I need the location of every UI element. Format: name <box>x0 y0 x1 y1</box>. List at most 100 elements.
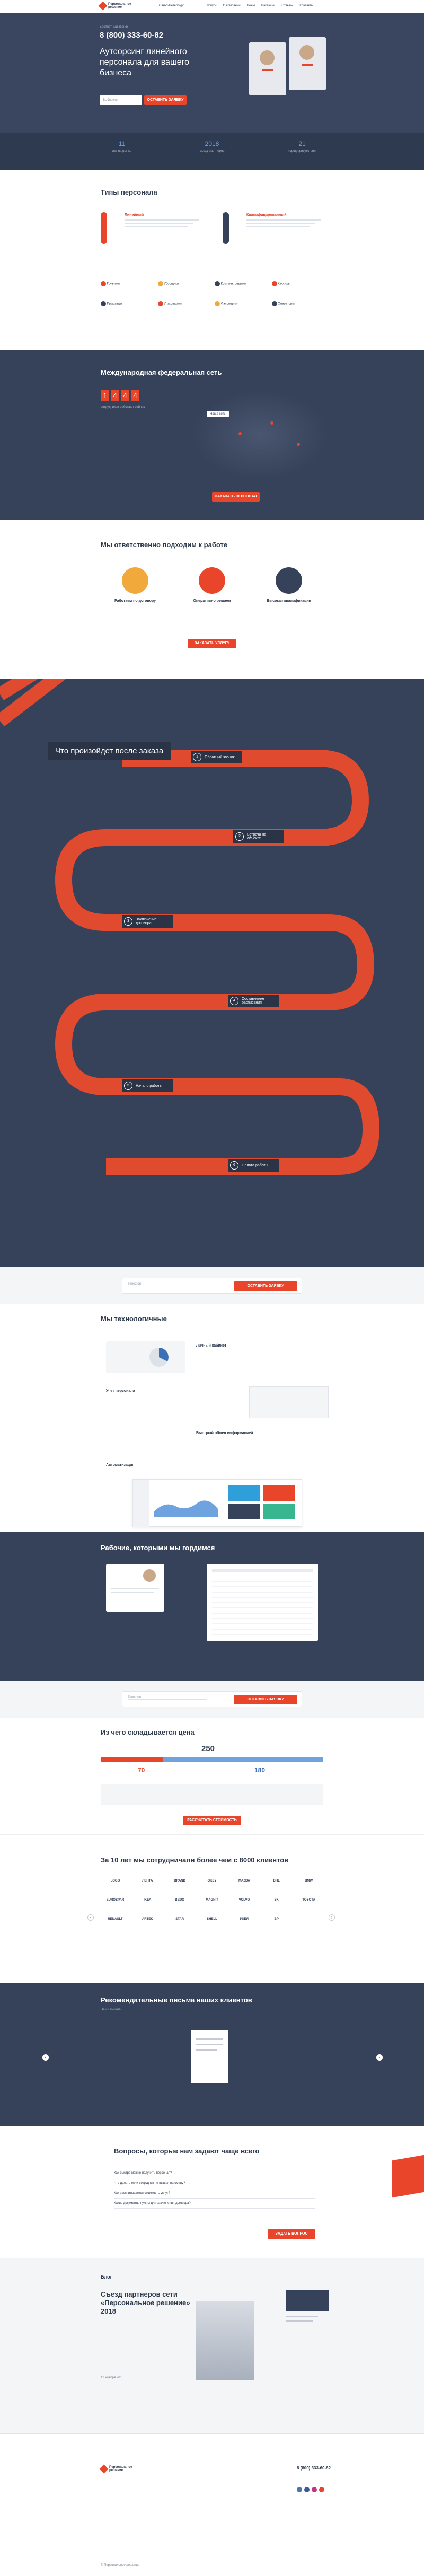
blog-section: Блог Съезд партнеров сети «Персональное … <box>0 2258 424 2433</box>
section-title: За 10 лет мы сотрудничали более чем с 80… <box>101 1856 289 1864</box>
blog-image <box>196 2301 254 2380</box>
phone-label: Бесплатный звонок <box>100 25 129 29</box>
type-qualified: Квалифицированный <box>223 212 329 265</box>
network-map[interactable]: Наша сеть <box>191 390 329 480</box>
faq-cta-button[interactable]: ЗАДАТЬ ВОПРОС <box>268 2229 315 2239</box>
phone-number[interactable]: 8 (800) 333-60-82 <box>100 31 163 40</box>
faq-item[interactable]: Как рассчитывается стоимость услуг? <box>114 2188 315 2199</box>
logo-grid: LOGO ЛЕНТА BRAND OKEY MAZDA DHL BMW EUROSPAR IKE… <box>101 1877 323 1923</box>
tech-item-title: Личный кабинет <box>196 1344 227 1348</box>
network-cta-button[interactable]: ЗАКАЗАТЬ ПЕРСОНАЛ <box>212 492 260 502</box>
faq-list: Как быстро можно получить персонал? Что … <box>114 2168 315 2209</box>
form-bar-cta-button[interactable]: ОСТАВИТЬ ЗАЯВКУ <box>234 1281 297 1291</box>
nav-item[interactable]: Цены <box>247 4 255 7</box>
type-item[interactable]: Комплектовщики <box>215 281 272 286</box>
phone-input[interactable]: Телефон <box>128 1696 207 1700</box>
step-number: 1 <box>193 753 201 761</box>
price-cta-button[interactable]: РАССЧИТАТЬ СТОИМОСТЬ <box>183 1816 241 1825</box>
stat-item: 21 город присутствия <box>288 140 316 153</box>
approach-item: Работаем по договору <box>106 567 164 603</box>
process-step: 2 Встреча на объекте <box>233 830 284 843</box>
letters-prev-button[interactable]: ‹ <box>42 2054 49 2061</box>
process-title: Что произойдет после заказа <box>48 742 171 760</box>
hero-headline: Аутсорсинг линейного персонала для вашег… <box>100 47 190 77</box>
blog-date: 12 ноября 2018 <box>101 2376 124 2379</box>
price-total: 250 <box>201 1744 215 1753</box>
worker-icon <box>101 301 106 306</box>
section-title: Мы ответственно подходим к работе <box>101 541 228 549</box>
logo[interactable]: Персональное решение <box>98 1 135 11</box>
type-item[interactable]: Упаковщики <box>157 301 215 306</box>
process-step: 6 Оплата работы <box>228 1159 279 1172</box>
copyright: © Персональное решение <box>101 2564 140 2567</box>
worker-icon <box>271 301 277 306</box>
phone-input[interactable]: Телефон <box>128 1282 207 1286</box>
form-bar-section: Телефон ОСТАВИТЬ ЗАЯВКУ <box>0 1267 424 1304</box>
step-label: Оплата работы <box>242 1163 268 1167</box>
worker-icon <box>271 281 277 286</box>
client-logo: EUROSPAR <box>106 1898 125 1902</box>
client-logo: BP <box>274 1918 279 1921</box>
worker-icon <box>215 301 220 306</box>
section-title: Вопросы, которые нам задают чаще всего <box>114 2147 260 2155</box>
nav-item[interactable]: О компании <box>223 4 240 7</box>
worker-icon <box>157 301 163 306</box>
nav-item[interactable]: Контакты <box>299 4 313 7</box>
youtube-icon[interactable] <box>319 2487 324 2492</box>
city-selector[interactable]: Санкт-Петербург <box>159 4 184 7</box>
form-bar: Телефон ОСТАВИТЬ ЗАЯВКУ <box>122 1691 302 1707</box>
worker-icon <box>157 281 163 286</box>
types-section: Типы персонала Линейный Квалифицированны… <box>0 170 424 350</box>
counter-label: сотрудников работают сейчас <box>101 406 145 409</box>
section-title: Типы персонала <box>101 188 157 196</box>
process-step: 1 Обратный звонок <box>191 751 242 763</box>
nav-item[interactable]: Отзывы <box>281 4 293 7</box>
tech-item-title: Быстрый обмен информацией <box>196 1431 253 1435</box>
price-bar-right <box>163 1757 323 1762</box>
types-grid: Грузчики Уборщики Комплектовщики Кассиры… <box>101 281 329 306</box>
blog-title[interactable]: Съезд партнеров сети «Персональное решен… <box>101 2290 207 2316</box>
faq-item[interactable]: Что делать если сотрудник не вышел на см… <box>114 2178 315 2188</box>
blog-sidebar <box>286 2290 329 2380</box>
footer-phone[interactable]: 8 (800) 333-60-82 <box>297 2466 331 2471</box>
type-item[interactable]: Фасовщики <box>215 301 272 306</box>
form-bar: Телефон ОСТАВИТЬ ЗАЯВКУ <box>122 1278 302 1294</box>
worker-card[interactable] <box>106 1564 164 1612</box>
nav-item[interactable]: Услуги <box>207 4 216 7</box>
vk-icon[interactable] <box>297 2487 302 2492</box>
facebook-icon[interactable] <box>304 2487 310 2492</box>
employee-counter: 1 4 4 4 <box>101 390 139 401</box>
letters-next-button[interactable]: › <box>376 2054 383 2061</box>
stat-item: 11 лет на рынке <box>112 140 132 153</box>
process-section: Что произойдет после заказа 1 Обратный зв… <box>0 679 424 1267</box>
instagram-icon[interactable] <box>312 2487 317 2492</box>
workers-section: Рабочие, которыми мы гордимся <box>0 1532 424 1681</box>
carousel-prev-button[interactable]: ‹ <box>87 1914 94 1921</box>
type-item[interactable]: Операторы <box>271 301 329 306</box>
faq-illustration <box>392 2155 424 2198</box>
carousel-next-button[interactable]: › <box>329 1914 335 1921</box>
client-logo: STAR <box>175 1918 184 1921</box>
section-title: Рабочие, которыми мы гордимся <box>101 1544 215 1552</box>
approach-cta-button[interactable]: ЗАКАЗАТЬ УСЛУГУ <box>188 639 236 648</box>
step-label: Заключение договора <box>136 918 157 925</box>
nav-item[interactable]: Вакансии <box>261 4 275 7</box>
form-bar-cta-button[interactable]: ОСТАВИТЬ ЗАЯВКУ <box>234 1695 297 1704</box>
section-title: Рекомендательные письма наших клиентов <box>101 1996 252 2004</box>
hero-cta-button[interactable]: ОСТАВИТЬ ЗАЯВКУ <box>144 95 187 105</box>
faq-item[interactable]: Какие документы нужны для заключения дог… <box>114 2199 315 2209</box>
faq-item[interactable]: Как быстро можно получить персонал? <box>114 2168 315 2178</box>
road-path <box>0 679 380 1175</box>
client-logo: IKEA <box>144 1898 152 1902</box>
stats-bar: 11 лет на рынке 2018 съезд партнеров 21 … <box>0 133 424 170</box>
type-item[interactable]: Продавцы <box>101 301 158 306</box>
hero-illustration <box>249 37 329 106</box>
process-step: 4 Составление расписания <box>228 995 279 1007</box>
hero-select[interactable]: Выберите <box>100 95 142 105</box>
type-item[interactable]: Грузчики <box>101 281 158 286</box>
footer-logo[interactable]: Персональное решение <box>99 2464 136 2474</box>
type-item[interactable]: Уборщики <box>157 281 215 286</box>
logo-icon <box>98 1 108 11</box>
type-item[interactable]: Кассиры <box>271 281 329 286</box>
letter-card[interactable] <box>191 2030 228 2083</box>
